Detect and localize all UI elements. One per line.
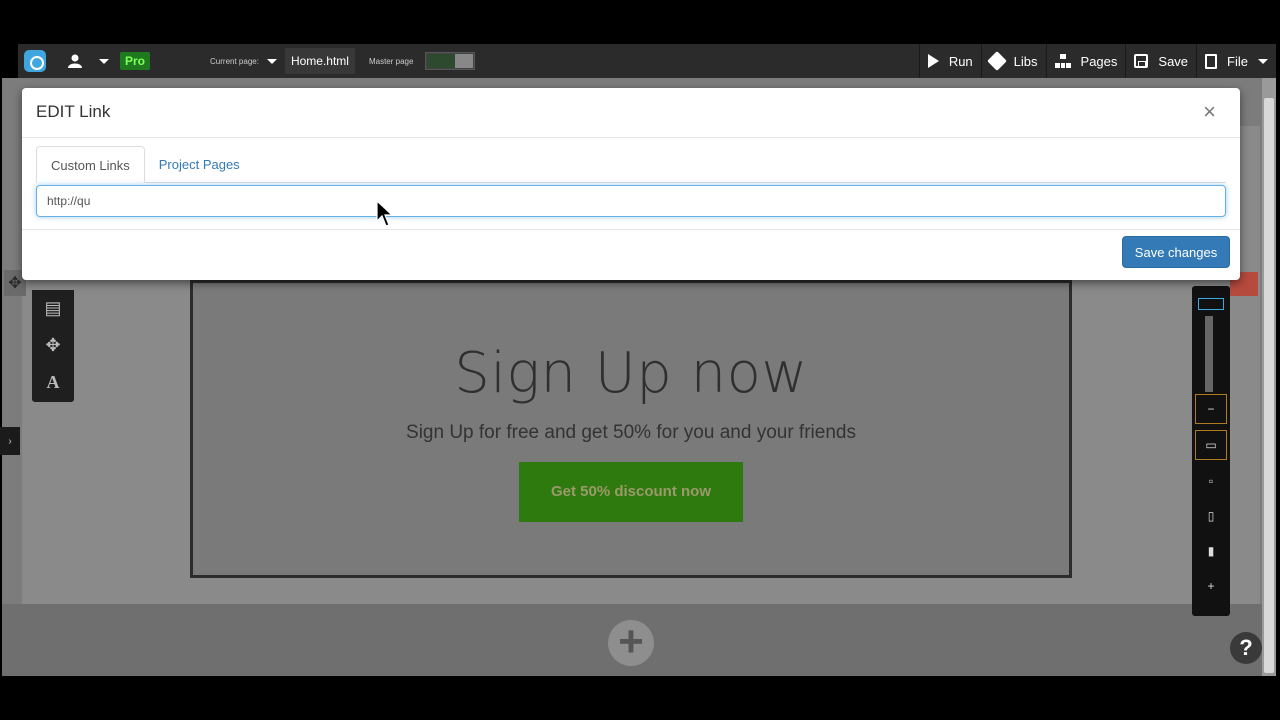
chevron-down-icon [99, 58, 109, 64]
link-type-tabs: Custom Links Project Pages [36, 146, 1226, 183]
save-label: Save [1158, 53, 1189, 69]
current-page-label: Current page: [210, 56, 259, 66]
screen-bottom-border [0, 676, 1280, 720]
app-logo[interactable] [18, 44, 52, 78]
run-label: Run [948, 53, 973, 69]
signup-section[interactable]: Sign Up now Sign Up for free and get 50%… [190, 280, 1072, 578]
desktop-view-icon[interactable]: ▭ [1195, 430, 1227, 460]
master-page-toggle[interactable] [425, 52, 476, 70]
move-icon[interactable]: ✥ [32, 327, 74, 364]
element-tools-panel: ▤ ✥ A [32, 290, 74, 402]
modal-footer: Save changes [22, 230, 1240, 280]
vertical-scrollbar[interactable] [1262, 78, 1276, 676]
pages-button[interactable]: Pages [1045, 44, 1126, 78]
file-icon [1205, 53, 1218, 69]
edit-link-modal: EDIT Link × Custom Links Project Pages S… [22, 88, 1240, 280]
close-icon[interactable]: × [1203, 101, 1216, 123]
zoom-out-icon[interactable]: − [1195, 394, 1227, 424]
floppy-disk-icon [1134, 54, 1149, 68]
screen-top-border [0, 0, 1280, 44]
modal-body: Custom Links Project Pages [22, 138, 1240, 230]
libs-button[interactable]: Libs [980, 44, 1046, 78]
zoom-device-panel: − ▭ ▫ ▯ ▮ + [1192, 286, 1230, 616]
section-heading[interactable]: Sign Up now [193, 341, 1069, 406]
current-page-select[interactable]: Home.html [284, 48, 355, 74]
plug-icon [986, 51, 1007, 71]
expand-sidebar-icon[interactable]: › [0, 427, 20, 455]
libs-label: Libs [1013, 53, 1038, 69]
sitemap-icon [1054, 54, 1071, 68]
add-section-icon[interactable]: + [608, 620, 654, 666]
save-changes-button[interactable]: Save changes [1122, 236, 1230, 268]
pages-label: Pages [1080, 53, 1118, 69]
tab-custom-links[interactable]: Custom Links [36, 146, 145, 183]
run-button[interactable]: Run [918, 44, 981, 78]
zoom-in-icon[interactable]: + [1195, 571, 1227, 601]
help-button[interactable]: ? [1230, 632, 1262, 664]
file-label: File [1227, 53, 1248, 69]
page-settings-icon[interactable]: ▤ [32, 290, 74, 327]
phone-view-icon[interactable]: ▮ [1195, 536, 1227, 566]
toggle-knob [455, 54, 474, 68]
text-format-icon[interactable]: A [32, 364, 74, 401]
app-toolbar: Pro Current page: Home.html Master page … [18, 44, 1276, 78]
zoom-handle[interactable] [1198, 298, 1224, 310]
user-menu-button[interactable] [62, 44, 88, 78]
section-subheading[interactable]: Sign Up for free and get 50% for you and… [193, 422, 1069, 444]
user-dropdown-toggle[interactable] [94, 44, 114, 78]
scrollbar-thumb[interactable] [1264, 98, 1274, 673]
link-url-input[interactable] [36, 185, 1226, 217]
discount-cta-button[interactable]: Get 50% discount now [519, 462, 743, 522]
tablet-view-icon[interactable]: ▯ [1195, 501, 1227, 531]
play-icon [927, 54, 939, 68]
page-select-chevron-icon[interactable] [266, 58, 277, 64]
modal-header: EDIT Link × [22, 88, 1240, 138]
master-page-label: Master page [368, 56, 414, 66]
laptop-view-icon[interactable]: ▫ [1195, 466, 1227, 496]
zoom-slider-track[interactable] [1205, 316, 1213, 392]
logo-icon [24, 50, 46, 72]
save-button[interactable]: Save [1125, 44, 1196, 78]
file-menu-button[interactable]: File [1196, 44, 1276, 78]
tab-project-pages[interactable]: Project Pages [145, 146, 254, 183]
modal-title: EDIT Link [36, 102, 111, 121]
chevron-down-icon [1258, 58, 1268, 64]
pro-badge: Pro [120, 52, 151, 70]
toggle-track [427, 54, 456, 68]
user-icon [68, 54, 82, 68]
